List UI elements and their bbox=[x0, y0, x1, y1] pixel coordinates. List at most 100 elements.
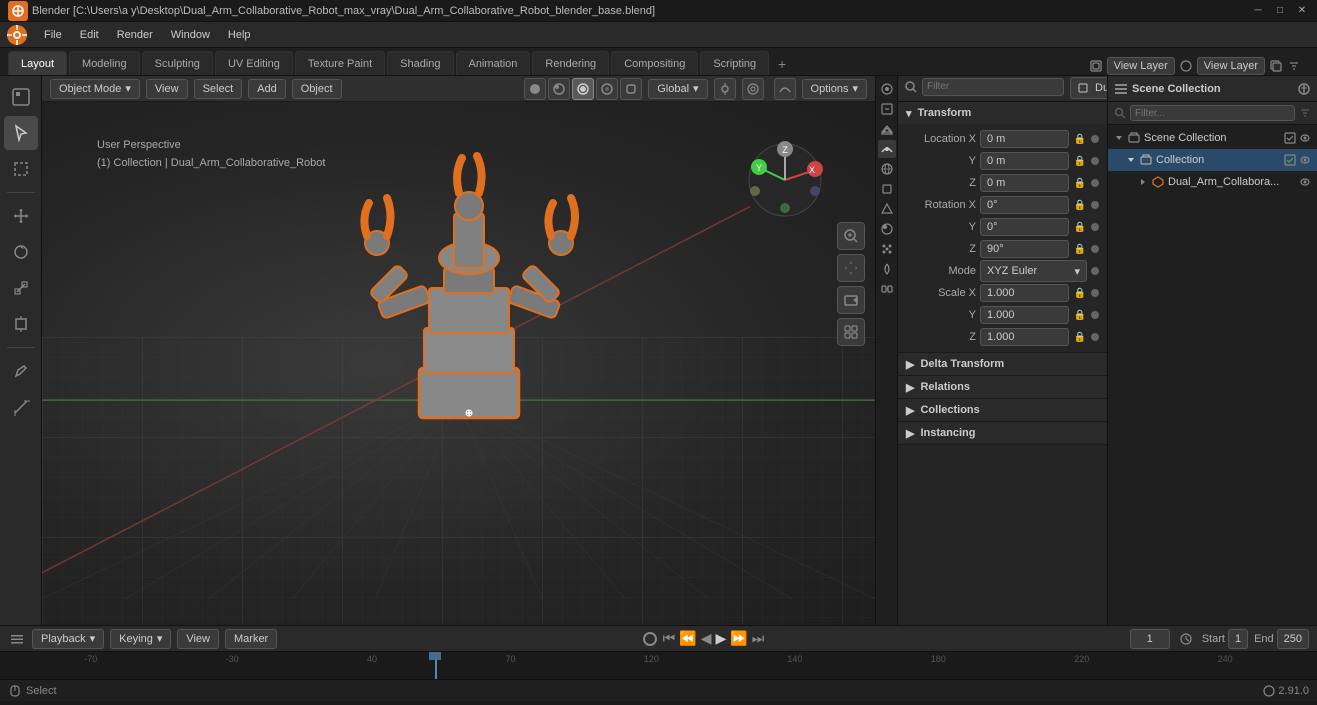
menu-render[interactable]: Render bbox=[109, 24, 161, 46]
end-frame-input[interactable]: 250 bbox=[1277, 629, 1309, 649]
relations-header[interactable]: ▶ Relations bbox=[898, 376, 1107, 398]
scale-x-keyframe[interactable] bbox=[1091, 289, 1099, 297]
measure-tool[interactable] bbox=[4, 390, 38, 424]
pan-icon[interactable] bbox=[837, 254, 865, 282]
rotation-x-lock[interactable]: 🔒 bbox=[1073, 198, 1087, 212]
transform-section-header[interactable]: ▾ Transform bbox=[898, 102, 1107, 124]
scene-collection-eye[interactable] bbox=[1299, 132, 1311, 144]
keyframe-record-button[interactable] bbox=[643, 632, 657, 646]
props-icon-mesh[interactable] bbox=[878, 200, 896, 218]
location-z-keyframe[interactable] bbox=[1091, 179, 1099, 187]
location-y-keyframe[interactable] bbox=[1091, 157, 1099, 165]
tab-scripting[interactable]: Scripting bbox=[700, 51, 769, 75]
rotation-mode-dropdown[interactable]: XYZ Euler ▾ bbox=[980, 260, 1087, 282]
props-icon-world[interactable] bbox=[878, 160, 896, 178]
scale-x-lock[interactable]: 🔒 bbox=[1073, 286, 1087, 300]
tab-layout[interactable]: Layout bbox=[8, 51, 67, 75]
rotation-x-keyframe[interactable] bbox=[1091, 201, 1099, 209]
scale-tool[interactable] bbox=[4, 271, 38, 305]
add-menu[interactable]: Add bbox=[248, 79, 286, 99]
menu-window[interactable]: Window bbox=[163, 24, 218, 46]
menu-file[interactable]: File bbox=[36, 24, 70, 46]
scale-y-keyframe[interactable] bbox=[1091, 311, 1099, 319]
location-y-value[interactable]: 0 m bbox=[980, 152, 1069, 170]
object-menu[interactable]: Object bbox=[292, 79, 342, 99]
rotation-z-lock[interactable]: 🔒 bbox=[1073, 242, 1087, 256]
tab-sculpting[interactable]: Sculpting bbox=[142, 51, 213, 75]
collection-collapse[interactable] bbox=[1126, 155, 1136, 165]
step-forward-button[interactable]: ⏩ bbox=[730, 630, 747, 647]
maximize-button[interactable]: □ bbox=[1273, 4, 1287, 18]
instancing-header[interactable]: ▶ Instancing bbox=[898, 422, 1107, 444]
location-x-lock[interactable]: 🔒 bbox=[1073, 132, 1087, 146]
location-x-keyframe[interactable] bbox=[1091, 135, 1099, 143]
menu-help[interactable]: Help bbox=[220, 24, 259, 46]
collection-check[interactable] bbox=[1284, 154, 1296, 166]
tab-rendering[interactable]: Rendering bbox=[532, 51, 609, 75]
outliner-filter2-icon[interactable] bbox=[1299, 107, 1311, 119]
props-icon-object[interactable] bbox=[878, 180, 896, 198]
tab-modeling[interactable]: Modeling bbox=[69, 51, 140, 75]
jump-start-button[interactable]: ⏮ bbox=[663, 630, 676, 647]
timeline-body[interactable]: -70 -30 40 70 120 140 180 220 240 bbox=[0, 652, 1317, 679]
snap-toggle[interactable] bbox=[714, 78, 736, 100]
scale-x-value[interactable]: 1.000 bbox=[980, 284, 1069, 302]
rotation-mode-dot[interactable] bbox=[1091, 267, 1099, 275]
rotation-y-lock[interactable]: 🔒 bbox=[1073, 220, 1087, 234]
add-workspace-button[interactable]: + bbox=[771, 53, 793, 75]
minimize-button[interactable]: ─ bbox=[1251, 4, 1265, 18]
step-back-button[interactable]: ⏪ bbox=[679, 630, 696, 647]
current-frame-input[interactable]: 1 bbox=[1130, 629, 1170, 649]
frame-time-icon[interactable] bbox=[1176, 629, 1196, 649]
delta-transform-header[interactable]: ▶ Delta Transform bbox=[898, 353, 1107, 375]
props-icon-particles[interactable] bbox=[878, 240, 896, 258]
play-button[interactable]: ▶ bbox=[715, 630, 726, 647]
rotation-y-keyframe[interactable] bbox=[1091, 223, 1099, 231]
viewport[interactable]: Object Mode ▾ View Select Add Object bbox=[42, 76, 875, 625]
scene-collection-check[interactable] bbox=[1284, 132, 1296, 144]
location-y-lock[interactable]: 🔒 bbox=[1073, 154, 1087, 168]
timeline-view-button[interactable]: View bbox=[177, 629, 219, 649]
scale-y-value[interactable]: 1.000 bbox=[980, 306, 1069, 324]
outliner-search-input[interactable] bbox=[1130, 105, 1295, 121]
xray-toggle[interactable] bbox=[620, 78, 642, 100]
transform-tool[interactable] bbox=[4, 307, 38, 341]
scale-z-lock[interactable]: 🔒 bbox=[1073, 330, 1087, 344]
props-icon-render[interactable] bbox=[878, 80, 896, 98]
viewport-shading-solid[interactable] bbox=[524, 78, 546, 100]
object-mode-dropdown[interactable]: Object Mode ▾ bbox=[50, 79, 140, 99]
object-expand[interactable] bbox=[1138, 177, 1148, 187]
viewport-shading-material[interactable] bbox=[548, 78, 570, 100]
curve-icon[interactable] bbox=[774, 78, 796, 100]
scale-z-keyframe[interactable] bbox=[1091, 333, 1099, 341]
playback-button[interactable]: Playback ▾ bbox=[32, 629, 104, 649]
scale-y-lock[interactable]: 🔒 bbox=[1073, 308, 1087, 322]
jump-end-button[interactable]: ⏭ bbox=[752, 630, 765, 647]
tab-animation[interactable]: Animation bbox=[456, 51, 531, 75]
annotate-tool[interactable] bbox=[4, 354, 38, 388]
navigation-gizmo[interactable]: X Y Z bbox=[745, 140, 825, 220]
props-icon-constraints[interactable] bbox=[878, 280, 896, 298]
object-name-display[interactable]: Dual_Arm_Collaborative_Ro... bbox=[1095, 82, 1107, 94]
menu-edit[interactable]: Edit bbox=[72, 24, 107, 46]
rotation-y-value[interactable]: 0° bbox=[980, 218, 1069, 236]
close-button[interactable]: ✕ bbox=[1295, 4, 1309, 18]
props-icon-scene[interactable] bbox=[878, 140, 896, 158]
proportional-edit[interactable] bbox=[742, 78, 764, 100]
titlebar-controls[interactable]: ─ □ ✕ bbox=[1251, 4, 1309, 18]
rotation-z-keyframe[interactable] bbox=[1091, 245, 1099, 253]
viewport-canvas[interactable]: User Perspective (1) Collection | Dual_A… bbox=[42, 102, 875, 625]
timeline-menu-icon[interactable] bbox=[8, 630, 26, 648]
play-back-button[interactable]: ◀ bbox=[701, 630, 712, 647]
props-icon-view-layer[interactable] bbox=[878, 120, 896, 138]
location-x-value[interactable]: 0 m bbox=[980, 130, 1069, 148]
tab-shading[interactable]: Shading bbox=[387, 51, 453, 75]
tab-uv-editing[interactable]: UV Editing bbox=[215, 51, 293, 75]
props-icon-material[interactable] bbox=[878, 220, 896, 238]
box-select-tool[interactable] bbox=[4, 152, 38, 186]
scene-selector[interactable]: View Layer bbox=[1114, 60, 1168, 72]
select-tool[interactable] bbox=[4, 116, 38, 150]
grid-view-icon[interactable] bbox=[837, 318, 865, 346]
view-layer-selector[interactable]: View Layer bbox=[1204, 60, 1258, 72]
tab-texture-paint[interactable]: Texture Paint bbox=[295, 51, 385, 75]
